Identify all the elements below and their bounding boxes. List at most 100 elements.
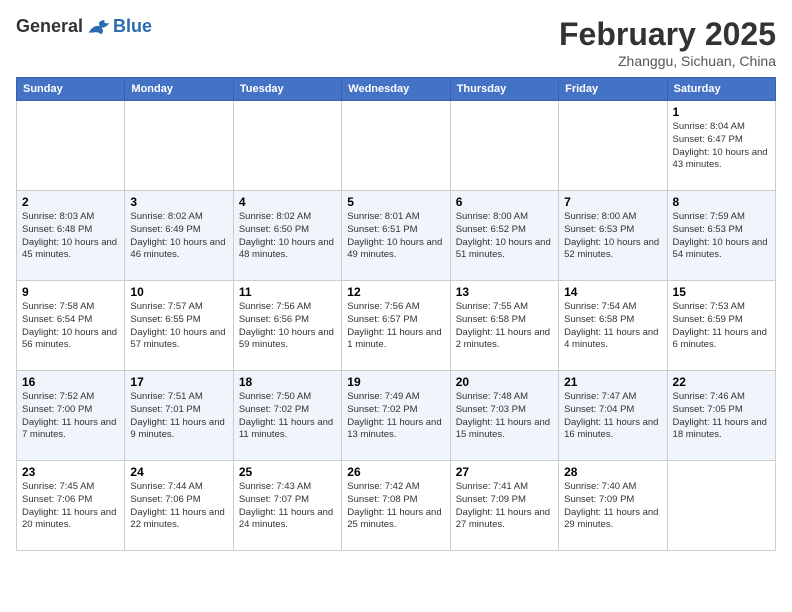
day-info: Sunrise: 7:54 AM Sunset: 6:58 PM Dayligh… (564, 301, 661, 352)
day-info: Sunrise: 7:51 AM Sunset: 7:01 PM Dayligh… (130, 391, 227, 442)
day-cell: 21 Sunrise: 7:47 AM Sunset: 7:04 PM Dayli… (559, 371, 667, 461)
calendar-table: SundayMondayTuesdayWednesdayThursdayFrid… (16, 77, 776, 551)
week-row-1: 1 Sunrise: 8:04 AM Sunset: 6:47 PM Daylig… (17, 101, 776, 191)
day-number: 26 (347, 465, 444, 479)
day-cell: 1 Sunrise: 8:04 AM Sunset: 6:47 PM Daylig… (667, 101, 775, 191)
day-number: 4 (239, 195, 336, 209)
day-info: Sunrise: 7:59 AM Sunset: 6:53 PM Dayligh… (673, 211, 770, 262)
week-row-2: 2 Sunrise: 8:03 AM Sunset: 6:48 PM Daylig… (17, 191, 776, 281)
weekday-header-wednesday: Wednesday (342, 78, 450, 101)
weekday-header-row: SundayMondayTuesdayWednesdayThursdayFrid… (17, 78, 776, 101)
day-cell: 4 Sunrise: 8:02 AM Sunset: 6:50 PM Daylig… (233, 191, 341, 281)
weekday-header-saturday: Saturday (667, 78, 775, 101)
day-number: 6 (456, 195, 553, 209)
day-number: 10 (130, 285, 227, 299)
day-cell: 23 Sunrise: 7:45 AM Sunset: 7:06 PM Dayli… (17, 461, 125, 551)
day-info: Sunrise: 7:56 AM Sunset: 6:56 PM Dayligh… (239, 301, 336, 352)
day-info: Sunrise: 7:57 AM Sunset: 6:55 PM Dayligh… (130, 301, 227, 352)
logo: General Blue (16, 16, 152, 37)
day-cell: 15Sunrise: 7:53 AM Sunset: 6:59 PM Dayli… (667, 281, 775, 371)
day-cell: 7Sunrise: 8:00 AM Sunset: 6:53 PM Daylig… (559, 191, 667, 281)
day-number: 22 (673, 375, 770, 389)
location-subtitle: Zhanggu, Sichuan, China (559, 53, 776, 69)
day-cell (233, 101, 341, 191)
day-cell: 10 Sunrise: 7:57 AM Sunset: 6:55 PM Dayli… (125, 281, 233, 371)
day-info: Sunrise: 7:42 AM Sunset: 7:08 PM Dayligh… (347, 481, 444, 532)
day-number: 21 (564, 375, 661, 389)
day-cell (667, 461, 775, 551)
day-info: Sunrise: 8:03 AM Sunset: 6:48 PM Dayligh… (22, 211, 119, 262)
day-number: 13 (456, 285, 553, 299)
day-number: 25 (239, 465, 336, 479)
day-cell: 17 Sunrise: 7:51 AM Sunset: 7:01 PM Dayli… (125, 371, 233, 461)
day-cell: 26 Sunrise: 7:42 AM Sunset: 7:08 PM Dayli… (342, 461, 450, 551)
day-cell (17, 101, 125, 191)
logo-general-text: General (16, 16, 83, 37)
day-number: 20 (456, 375, 553, 389)
day-cell: 3 Sunrise: 8:02 AM Sunset: 6:49 PM Daylig… (125, 191, 233, 281)
day-number: 1 (673, 105, 770, 119)
day-number: 12 (347, 285, 444, 299)
day-info: Sunrise: 7:47 AM Sunset: 7:04 PM Dayligh… (564, 391, 661, 442)
day-cell: 18Sunrise: 7:50 AM Sunset: 7:02 PM Dayli… (233, 371, 341, 461)
title-block: February 2025 Zhanggu, Sichuan, China (559, 16, 776, 69)
week-row-3: 9Sunrise: 7:58 AM Sunset: 6:54 PM Daylig… (17, 281, 776, 371)
day-cell (559, 101, 667, 191)
day-info: Sunrise: 8:00 AM Sunset: 6:52 PM Dayligh… (456, 211, 553, 262)
day-number: 23 (22, 465, 119, 479)
day-info: Sunrise: 7:56 AM Sunset: 6:57 PM Dayligh… (347, 301, 444, 352)
week-row-5: 23 Sunrise: 7:45 AM Sunset: 7:06 PM Dayli… (17, 461, 776, 551)
day-info: Sunrise: 7:45 AM Sunset: 7:06 PM Dayligh… (22, 481, 119, 532)
day-cell: 2 Sunrise: 8:03 AM Sunset: 6:48 PM Daylig… (17, 191, 125, 281)
weekday-header-tuesday: Tuesday (233, 78, 341, 101)
weekday-header-monday: Monday (125, 78, 233, 101)
day-info: Sunrise: 8:01 AM Sunset: 6:51 PM Dayligh… (347, 211, 444, 262)
day-cell: 11 Sunrise: 7:56 AM Sunset: 6:56 PM Dayli… (233, 281, 341, 371)
day-cell: 24 Sunrise: 7:44 AM Sunset: 7:06 PM Dayli… (125, 461, 233, 551)
day-info: Sunrise: 8:02 AM Sunset: 6:50 PM Dayligh… (239, 211, 336, 262)
day-info: Sunrise: 7:58 AM Sunset: 6:54 PM Dayligh… (22, 301, 119, 352)
day-info: Sunrise: 8:04 AM Sunset: 6:47 PM Dayligh… (673, 121, 770, 172)
day-cell: 9Sunrise: 7:58 AM Sunset: 6:54 PM Daylig… (17, 281, 125, 371)
day-cell: 8 Sunrise: 7:59 AM Sunset: 6:53 PM Daylig… (667, 191, 775, 281)
day-cell: 25 Sunrise: 7:43 AM Sunset: 7:07 PM Dayli… (233, 461, 341, 551)
week-row-4: 16Sunrise: 7:52 AM Sunset: 7:00 PM Dayli… (17, 371, 776, 461)
weekday-header-thursday: Thursday (450, 78, 558, 101)
day-number: 28 (564, 465, 661, 479)
day-cell: 27 Sunrise: 7:41 AM Sunset: 7:09 PM Dayli… (450, 461, 558, 551)
page-header: General Blue February 2025 Zhanggu, Sich… (16, 16, 776, 69)
day-info: Sunrise: 7:48 AM Sunset: 7:03 PM Dayligh… (456, 391, 553, 442)
day-number: 3 (130, 195, 227, 209)
day-info: Sunrise: 7:44 AM Sunset: 7:06 PM Dayligh… (130, 481, 227, 532)
weekday-header-friday: Friday (559, 78, 667, 101)
day-number: 27 (456, 465, 553, 479)
day-number: 19 (347, 375, 444, 389)
day-number: 7 (564, 195, 661, 209)
day-cell (125, 101, 233, 191)
day-number: 11 (239, 285, 336, 299)
logo-blue-text: Blue (113, 16, 152, 37)
day-number: 24 (130, 465, 227, 479)
day-cell: 22 Sunrise: 7:46 AM Sunset: 7:05 PM Dayli… (667, 371, 775, 461)
day-number: 8 (673, 195, 770, 209)
day-cell (342, 101, 450, 191)
day-info: Sunrise: 7:40 AM Sunset: 7:09 PM Dayligh… (564, 481, 661, 532)
day-cell: 12 Sunrise: 7:56 AM Sunset: 6:57 PM Dayli… (342, 281, 450, 371)
day-number: 2 (22, 195, 119, 209)
day-cell: 13Sunrise: 7:55 AM Sunset: 6:58 PM Dayli… (450, 281, 558, 371)
day-cell: 19Sunrise: 7:49 AM Sunset: 7:02 PM Dayli… (342, 371, 450, 461)
day-info: Sunrise: 7:53 AM Sunset: 6:59 PM Dayligh… (673, 301, 770, 352)
day-cell: 5Sunrise: 8:01 AM Sunset: 6:51 PM Daylig… (342, 191, 450, 281)
day-cell: 16Sunrise: 7:52 AM Sunset: 7:00 PM Dayli… (17, 371, 125, 461)
day-info: Sunrise: 8:02 AM Sunset: 6:49 PM Dayligh… (130, 211, 227, 262)
day-cell: 20 Sunrise: 7:48 AM Sunset: 7:03 PM Dayli… (450, 371, 558, 461)
day-info: Sunrise: 7:50 AM Sunset: 7:02 PM Dayligh… (239, 391, 336, 442)
day-info: Sunrise: 7:46 AM Sunset: 7:05 PM Dayligh… (673, 391, 770, 442)
day-cell: 14 Sunrise: 7:54 AM Sunset: 6:58 PM Dayli… (559, 281, 667, 371)
day-info: Sunrise: 7:41 AM Sunset: 7:09 PM Dayligh… (456, 481, 553, 532)
logo-bird-icon (87, 17, 111, 37)
day-number: 14 (564, 285, 661, 299)
day-info: Sunrise: 7:43 AM Sunset: 7:07 PM Dayligh… (239, 481, 336, 532)
day-number: 17 (130, 375, 227, 389)
day-info: Sunrise: 7:52 AM Sunset: 7:00 PM Dayligh… (22, 391, 119, 442)
